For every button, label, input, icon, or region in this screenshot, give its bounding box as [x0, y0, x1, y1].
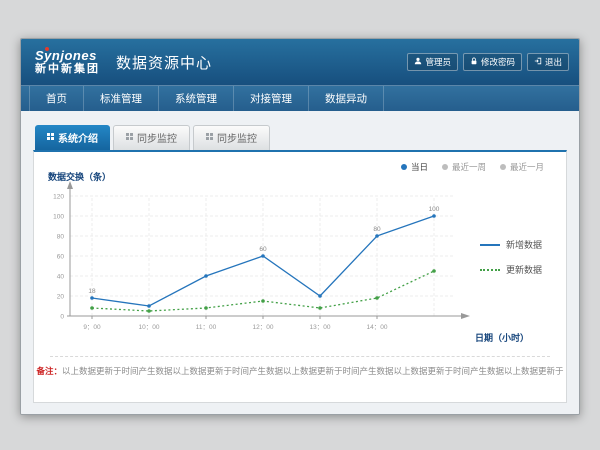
- lock-icon: [470, 57, 478, 67]
- app-window: Synjones 新中新集团 数据资源中心 管理员 修改密码: [20, 38, 580, 415]
- logout-button-label: 退出: [545, 56, 562, 68]
- legend-label: 更新数据: [506, 263, 542, 276]
- nav-item-data-change[interactable]: 数据异动: [309, 86, 384, 111]
- user-icon: [414, 57, 422, 67]
- tab-label: 同步监控: [217, 130, 257, 145]
- tab-label: 同步监控: [137, 130, 177, 145]
- tab-sync-monitor-1[interactable]: 同步监控: [113, 125, 190, 150]
- legend-label: 新增数据: [506, 238, 542, 251]
- legend-new-data: 新增数据: [480, 238, 542, 251]
- logout-icon: [534, 57, 542, 67]
- app-header: Synjones 新中新集团 数据资源中心 管理员 修改密码: [21, 39, 579, 85]
- svg-text:60: 60: [57, 254, 65, 261]
- svg-text:100: 100: [53, 214, 64, 221]
- svg-text:11：00: 11：00: [196, 324, 217, 331]
- svg-text:9：00: 9：00: [83, 324, 101, 331]
- legend-update-data: 更新数据: [480, 263, 542, 276]
- logo-dot-icon: [45, 47, 49, 51]
- svg-text:100: 100: [429, 206, 440, 213]
- svg-text:日期（小时）: 日期（小时）: [475, 332, 529, 343]
- svg-text:80: 80: [373, 226, 381, 233]
- svg-text:120: 120: [53, 194, 64, 201]
- nav-item-standard-mgmt[interactable]: 标准管理: [84, 86, 159, 111]
- nav-item-interface-mgmt[interactable]: 对接管理: [234, 86, 309, 111]
- svg-text:数据交换（条）: 数据交换（条）: [48, 171, 111, 182]
- change-password-button[interactable]: 修改密码: [463, 53, 522, 71]
- chart-legend: 新增数据 更新数据: [480, 238, 542, 276]
- content-area: 系统介绍 同步监控 同步监控: [21, 111, 579, 415]
- svg-text:18: 18: [88, 288, 96, 295]
- grid-icon: [126, 132, 133, 143]
- svg-text:20: 20: [57, 294, 65, 301]
- svg-text:80: 80: [57, 234, 65, 241]
- tab-bar: 系统介绍 同步监控 同步监控: [33, 125, 567, 150]
- admin-button-label: 管理员: [425, 56, 451, 68]
- logo: Synjones 新中新集团: [35, 49, 100, 75]
- logo-subtext: 新中新集团: [35, 63, 100, 75]
- footnote: 备注：以上数据更新于时间产生数据以上数据更新于时间产生数据以上数据更新于时间产生…: [34, 365, 566, 377]
- nav-item-system-mgmt[interactable]: 系统管理: [159, 86, 234, 111]
- main-nav: 首页 标准管理 系统管理 对接管理 数据异动: [21, 85, 579, 111]
- grid-icon: [206, 132, 213, 143]
- svg-text:14：00: 14：00: [367, 324, 388, 331]
- blue-line-icon: [480, 244, 500, 246]
- change-password-button-label: 修改密码: [481, 56, 515, 68]
- header-actions: 管理员 修改密码 退出: [407, 53, 569, 71]
- tab-label: 系统介绍: [58, 130, 98, 145]
- svg-text:13：00: 13：00: [310, 324, 331, 331]
- tab-sync-monitor-2[interactable]: 同步监控: [193, 125, 270, 150]
- footnote-prefix: 备注：: [36, 366, 62, 376]
- svg-text:40: 40: [57, 274, 65, 281]
- footnote-text: 以上数据更新于时间产生数据以上数据更新于时间产生数据以上数据更新于时间产生数据以…: [62, 366, 564, 376]
- logout-button[interactable]: 退出: [527, 53, 569, 71]
- divider: [50, 356, 550, 357]
- svg-text:60: 60: [259, 246, 267, 253]
- chart-panel: 当日 最近一周 最近一月 0204060801001209：0010：0011：…: [33, 150, 567, 403]
- admin-button[interactable]: 管理员: [407, 53, 458, 71]
- tab-system-intro[interactable]: 系统介绍: [35, 125, 110, 150]
- desktop-background: Synjones 新中新集团 数据资源中心 管理员 修改密码: [0, 0, 600, 450]
- green-dotted-line-icon: [480, 269, 500, 271]
- svg-text:12：00: 12：00: [253, 324, 274, 331]
- svg-text:0: 0: [60, 314, 64, 321]
- svg-text:10：00: 10：00: [139, 324, 160, 331]
- grid-icon: [47, 132, 54, 143]
- page-title: 数据资源中心: [116, 52, 212, 73]
- nav-item-home[interactable]: 首页: [29, 86, 84, 111]
- logo-text: Synjones: [35, 49, 100, 63]
